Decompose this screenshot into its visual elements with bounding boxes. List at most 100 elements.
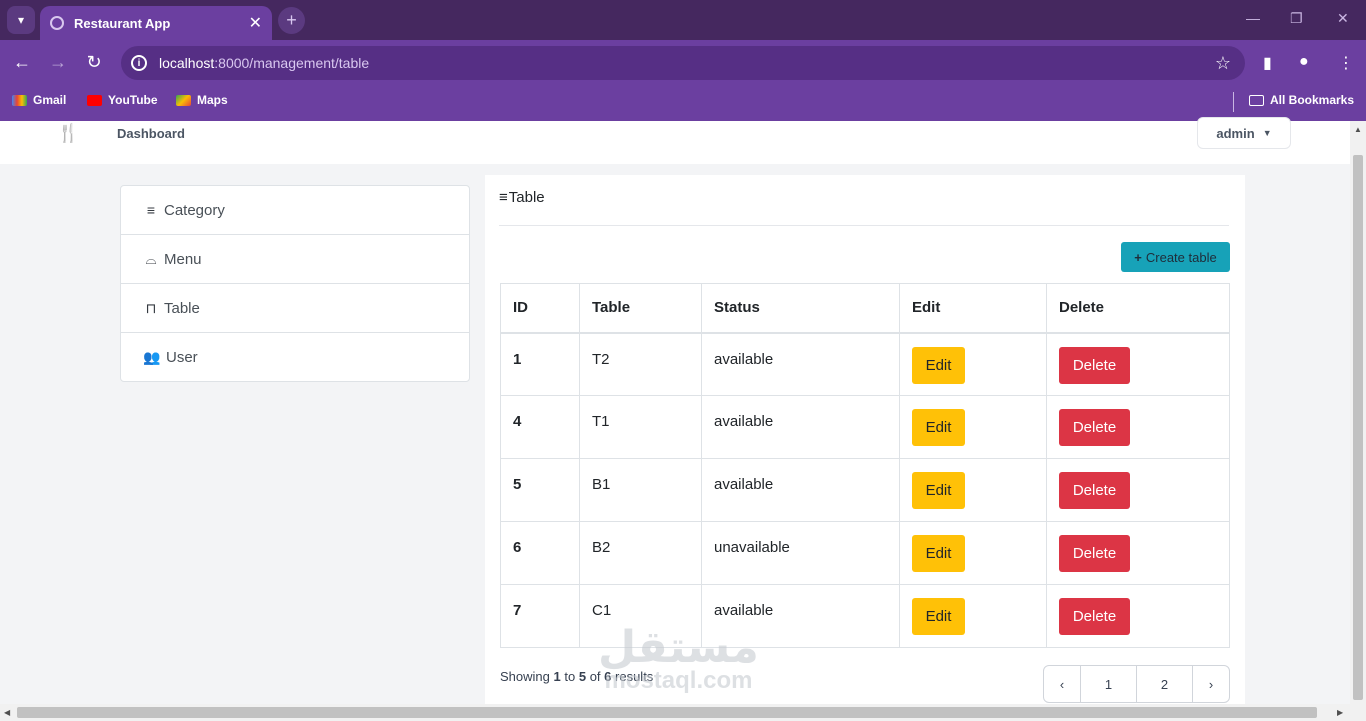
list-icon: ≡ [146, 202, 156, 218]
chair-icon: ⊓ [145, 299, 157, 316]
mostaql-watermark: مستقل mostaql.com [598, 622, 759, 694]
app-top-nav: 🍴 Dashboard admin ▼ [0, 117, 1350, 164]
sidebar-item-user[interactable]: 👥 User [121, 333, 469, 382]
bookmark-youtube[interactable]: YouTube [87, 93, 158, 107]
all-bookmarks[interactable]: All Bookmarks [1249, 93, 1354, 107]
bookmark-maps[interactable]: Maps [176, 93, 228, 107]
reload-icon[interactable]: ↻ [83, 52, 105, 73]
tables-table: ID Table Status Edit Delete 1 T2 availab… [500, 283, 1230, 648]
kebab-menu-icon[interactable]: ⋮ [1338, 53, 1354, 73]
sidebar-item-table[interactable]: ⊓ Table [121, 284, 469, 333]
profile-icon[interactable]: ● [1299, 53, 1309, 71]
chevron-down-icon: ▼ [1262, 128, 1272, 138]
delete-button[interactable]: Delete [1059, 346, 1130, 384]
burger-icon: ⌓ [145, 250, 157, 267]
fork-knife-logo-icon[interactable]: 🍴 [57, 123, 79, 144]
users-icon: 👥 [143, 349, 161, 365]
edit-button[interactable]: Edit [912, 346, 965, 384]
restore-icon[interactable]: ❐ [1290, 10, 1303, 27]
column-header: Table [579, 283, 702, 334]
edit-button[interactable]: Edit [912, 409, 965, 446]
edit-button[interactable]: Edit [912, 472, 965, 509]
table-row: 4 T1 available Edit Delete [500, 395, 1230, 459]
tab-search-chevron-icon[interactable]: ▾ [7, 6, 35, 34]
list-icon: ≡ [499, 189, 508, 206]
forward-icon[interactable]: → [47, 52, 69, 73]
cell-status: available [701, 332, 900, 396]
url-input[interactable]: i localhost:8000/management/table ☆ [121, 46, 1245, 80]
divider [499, 225, 1229, 226]
bookmarks-separator [1233, 92, 1234, 112]
address-bar-row: ← → ↻ i localhost:8000/management/table … [0, 40, 1366, 86]
previous-page-icon[interactable]: ‹ [1044, 666, 1081, 702]
cell-table: T2 [579, 332, 702, 396]
cell-status: available [701, 458, 900, 522]
edit-button[interactable]: Edit [912, 535, 965, 572]
back-icon[interactable]: ← [11, 52, 33, 73]
user-menu-button[interactable]: admin ▼ [1197, 117, 1291, 149]
cell-id: 5 [500, 458, 580, 522]
globe-icon [50, 16, 64, 30]
table-header-row: ID Table Status Edit Delete [500, 283, 1230, 334]
cell-status: available [701, 395, 900, 459]
delete-button[interactable]: Delete [1059, 598, 1130, 635]
pagination: ‹ 1 2 › [1043, 665, 1230, 703]
minimize-icon[interactable]: — [1246, 10, 1260, 26]
sidebar-item-category[interactable]: ≡ Category [121, 186, 469, 235]
scroll-right-icon[interactable]: ▶ [1337, 708, 1343, 717]
column-header: Status [701, 283, 900, 334]
cell-id: 7 [500, 584, 580, 648]
cell-table: T1 [579, 395, 702, 459]
url-host: localhost [159, 55, 215, 71]
create-table-button[interactable]: + Create table [1121, 242, 1230, 272]
panel-header: ≡ Table [499, 189, 545, 206]
vertical-scrollbar[interactable]: ▲ [1350, 121, 1366, 704]
cell-status: unavailable [701, 521, 900, 585]
sidebar: ≡ Category ⌓ Menu ⊓ Table 👥 User [120, 185, 470, 382]
site-info-icon[interactable]: i [131, 55, 147, 71]
browser-tab-bar: ▾ Restaurant App ✕ + — ❐ ✕ [0, 0, 1366, 40]
bookmark-star-icon[interactable]: ☆ [1215, 53, 1231, 74]
sidebar-item-menu[interactable]: ⌓ Menu [121, 235, 469, 284]
folder-icon [1249, 94, 1264, 106]
table-row: 5 B1 available Edit Delete [500, 458, 1230, 522]
bookmark-gmail[interactable]: Gmail [12, 93, 66, 107]
delete-button[interactable]: Delete [1059, 472, 1130, 509]
column-header: Edit [899, 283, 1047, 334]
delete-button[interactable]: Delete [1059, 409, 1130, 446]
user-menu-label: admin [1216, 125, 1255, 141]
horizontal-scrollbar[interactable]: ◀ ▶ [0, 704, 1366, 721]
vertical-scroll-thumb[interactable] [1353, 155, 1363, 700]
page-1-link[interactable]: 1 [1081, 666, 1137, 702]
maps-icon [176, 94, 191, 106]
table-row: 6 B2 unavailable Edit Delete [500, 521, 1230, 585]
table-row: 1 T2 available Edit Delete [500, 332, 1230, 396]
panel-title: Table [508, 189, 545, 206]
edit-button[interactable]: Edit [912, 598, 965, 635]
next-page-icon[interactable]: › [1193, 666, 1229, 702]
bookmarks-bar: Gmail YouTube Maps All Bookmarks [0, 86, 1366, 121]
cell-table: B1 [579, 458, 702, 522]
horizontal-scroll-thumb[interactable] [17, 707, 1317, 718]
cell-id: 6 [500, 521, 580, 585]
cell-table: B2 [579, 521, 702, 585]
close-tab-icon[interactable]: ✕ [249, 13, 262, 33]
side-panel-icon[interactable]: ▮ [1263, 53, 1272, 73]
column-header: ID [500, 283, 580, 334]
column-header: Delete [1046, 283, 1230, 334]
scroll-left-icon[interactable]: ◀ [4, 708, 10, 717]
browser-tab[interactable]: Restaurant App ✕ [40, 6, 272, 40]
scroll-up-icon[interactable]: ▲ [1354, 125, 1362, 134]
plus-icon: + [1134, 249, 1142, 265]
page-2-link[interactable]: 2 [1137, 666, 1193, 702]
cell-id: 4 [500, 395, 580, 459]
close-window-icon[interactable]: ✕ [1337, 10, 1349, 27]
youtube-icon [87, 94, 102, 106]
gmail-icon [12, 94, 27, 106]
cell-id: 1 [500, 332, 580, 396]
tab-title: Restaurant App [74, 15, 171, 31]
new-tab-button[interactable]: + [278, 7, 305, 34]
delete-button[interactable]: Delete [1059, 535, 1130, 572]
dashboard-link[interactable]: Dashboard [117, 126, 185, 141]
url-path: :8000/management/table [214, 55, 370, 71]
